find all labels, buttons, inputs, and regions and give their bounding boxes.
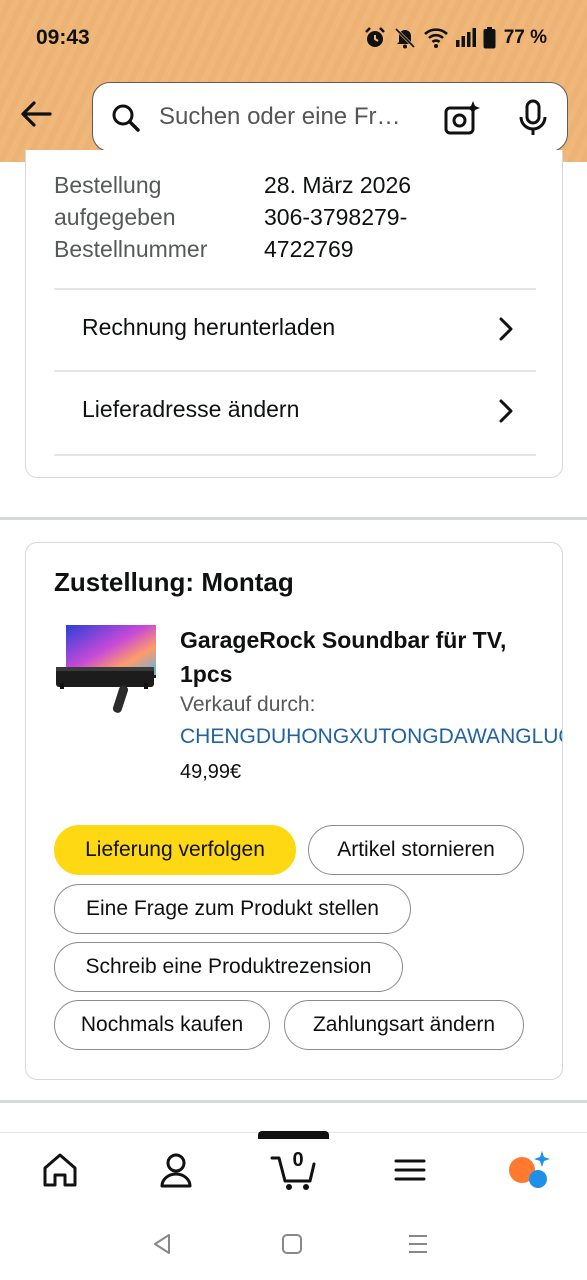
status-bar: 09:43 77 % bbox=[0, 0, 587, 78]
delivery-card: Zustellung: Montag GarageRock Soundbar f… bbox=[25, 542, 563, 1080]
chevron-right-icon bbox=[498, 316, 514, 347]
rufus-icon[interactable] bbox=[504, 1148, 550, 1192]
order-number-value-part2: 4722769 bbox=[264, 236, 354, 262]
camera-search-icon[interactable] bbox=[443, 99, 481, 142]
search-input[interactable]: Suchen oder eine Fr… bbox=[159, 103, 400, 131]
home-icon[interactable] bbox=[38, 1148, 82, 1192]
mute-icon bbox=[393, 26, 417, 50]
seller-link[interactable]: CHENGDUHONGXUTONGDAWANGLUOKEJIYOUXIANGON… bbox=[180, 725, 562, 749]
microphone-icon[interactable] bbox=[517, 99, 549, 142]
battery-icon bbox=[483, 27, 496, 49]
section-separator bbox=[0, 1100, 587, 1103]
delivery-title: Zustellung: Montag bbox=[54, 567, 294, 597]
app-header: 09:43 77 % Suchen oder eine Fr… bbox=[0, 0, 587, 162]
order-date-label: Bestellung bbox=[54, 172, 162, 198]
track-delivery-button[interactable]: Lieferung verfolgen bbox=[54, 825, 296, 875]
cancel-item-button[interactable]: Artikel stornieren bbox=[308, 825, 524, 875]
section-separator bbox=[0, 517, 587, 520]
back-button[interactable] bbox=[18, 96, 54, 132]
active-tab-indicator bbox=[258, 1131, 329, 1139]
product-image[interactable] bbox=[54, 623, 158, 719]
divider bbox=[54, 454, 536, 456]
change-address-link[interactable]: Lieferadresse ändern bbox=[54, 372, 536, 452]
alarm-icon bbox=[363, 26, 387, 50]
change-address-label: Lieferadresse ändern bbox=[82, 396, 300, 422]
order-number-value-part1: 306-3798279- bbox=[264, 204, 408, 230]
menu-icon[interactable] bbox=[388, 1148, 432, 1192]
buy-again-button[interactable]: Nochmals kaufen bbox=[54, 1000, 270, 1050]
product-title[interactable]: GarageRock Soundbar für TV, 1pcs bbox=[180, 623, 530, 691]
write-review-button[interactable]: Schreib eine Produktrezension bbox=[54, 942, 403, 992]
order-date-value: 28. März 2026 bbox=[264, 172, 412, 198]
signal-icon bbox=[455, 28, 477, 48]
chevron-right-icon bbox=[498, 398, 514, 429]
download-invoice-label: Rechnung herunterladen bbox=[82, 314, 336, 340]
status-icons: 77 % bbox=[363, 26, 547, 50]
search-bar[interactable]: Suchen oder eine Fr… bbox=[92, 82, 568, 152]
sold-by-label: Verkauf durch: bbox=[180, 693, 316, 716]
order-number-label: Bestellnummer bbox=[54, 236, 208, 262]
wifi-icon bbox=[423, 27, 449, 49]
cart-count-badge: 0 bbox=[292, 1149, 304, 1171]
back-arrow-icon bbox=[21, 101, 52, 127]
account-icon[interactable] bbox=[154, 1148, 198, 1192]
order-info-card: Bestellung 28. März 2026 aufgegeben 306-… bbox=[25, 150, 563, 478]
search-icon bbox=[111, 103, 141, 138]
download-invoice-link[interactable]: Rechnung herunterladen bbox=[54, 290, 536, 370]
product-price: 49,99€ bbox=[180, 761, 242, 783]
system-home-icon[interactable] bbox=[280, 1232, 304, 1261]
change-payment-button[interactable]: Zahlungsart ändern bbox=[284, 1000, 524, 1050]
system-back-icon[interactable] bbox=[150, 1232, 174, 1261]
order-placed-label: aufgegeben bbox=[54, 204, 176, 230]
ask-question-button[interactable]: Eine Frage zum Produkt stellen bbox=[54, 884, 411, 934]
system-recents-icon[interactable] bbox=[406, 1232, 430, 1261]
battery-level: 77 % bbox=[503, 27, 547, 48]
status-time: 09:43 bbox=[36, 26, 90, 49]
